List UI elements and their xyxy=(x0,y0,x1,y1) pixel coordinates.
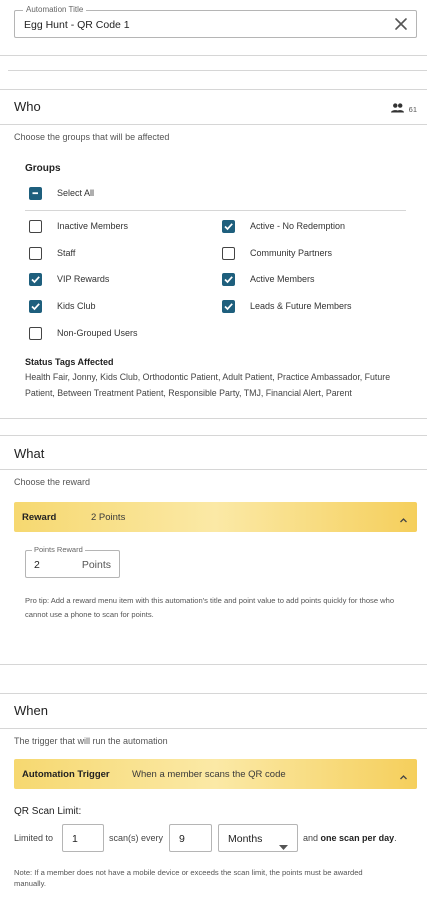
automation-title-value: Egg Hunt - QR Code 1 xyxy=(24,19,130,31)
people-icon xyxy=(390,100,404,118)
select-all-checkbox[interactable] xyxy=(29,187,42,200)
divider xyxy=(0,728,427,729)
group-checkbox[interactable] xyxy=(29,273,42,286)
member-count: 61 xyxy=(390,100,417,118)
automation-title-field[interactable]: Automation Title Egg Hunt - QR Code 1 xyxy=(14,5,417,38)
scan-limit-note: Note: If a member does not have a mobile… xyxy=(14,868,363,888)
divider xyxy=(25,210,406,211)
select-all-label: Select All xyxy=(57,188,95,198)
what-title: What xyxy=(14,446,45,461)
scan-limit-suffix: and one scan per day. xyxy=(303,833,397,843)
status-tags-label: Status Tags Affected xyxy=(25,357,114,367)
points-reward-legend: Points Reward xyxy=(32,545,85,554)
period-end-text: . xyxy=(394,833,397,843)
limited-to-text: Limited to xyxy=(14,833,54,843)
group-checkbox[interactable] xyxy=(29,247,42,260)
status-tags-list: Health Fair, Jonny, Kids Club, Orthodont… xyxy=(25,372,391,398)
group-label: Staff xyxy=(57,248,76,258)
groups-label: Groups xyxy=(25,163,61,174)
divider xyxy=(0,418,427,419)
when-subtitle: The trigger that will run the automation xyxy=(14,736,168,746)
group-checkbox[interactable] xyxy=(222,273,235,286)
divider xyxy=(0,124,427,125)
pro-tip-text: Pro tip: Add a reward menu item with thi… xyxy=(25,596,395,619)
qr-scan-limit-label: QR Scan Limit: xyxy=(14,806,82,817)
group-checkbox[interactable] xyxy=(29,300,42,313)
divider xyxy=(0,435,427,436)
what-subtitle: Choose the reward xyxy=(14,477,91,487)
period-unit-value: Months xyxy=(228,833,263,845)
group-label: Active - No Redemption xyxy=(250,221,346,231)
group-label: VIP Rewards xyxy=(57,274,110,284)
member-count-value: 61 xyxy=(408,104,417,114)
period-unit-select[interactable]: Months xyxy=(218,824,298,852)
automation-title-legend: Automation Title xyxy=(23,5,87,14)
caret-down-icon xyxy=(279,837,288,855)
group-label: Leads & Future Members xyxy=(250,301,352,311)
chevron-up-icon[interactable] xyxy=(399,769,408,787)
who-title: Who xyxy=(14,99,41,114)
scans-every-text: scan(s) every xyxy=(109,833,164,843)
when-title: When xyxy=(14,703,48,718)
automation-trigger-accordion[interactable]: Automation Trigger When a member scans t… xyxy=(14,759,417,789)
trigger-label: Automation Trigger xyxy=(22,769,110,780)
group-checkbox[interactable] xyxy=(222,300,235,313)
divider xyxy=(0,664,427,665)
divider xyxy=(8,70,427,71)
reward-label: Reward xyxy=(22,512,57,523)
divider xyxy=(0,55,427,56)
group-checkbox[interactable] xyxy=(222,247,235,260)
reward-accordion[interactable]: Reward 2 Points xyxy=(14,502,417,532)
group-checkbox[interactable] xyxy=(29,327,42,340)
group-label: Kids Club xyxy=(57,301,96,311)
group-label: Active Members xyxy=(250,274,315,284)
group-checkbox[interactable] xyxy=(29,220,42,233)
close-icon[interactable] xyxy=(392,15,410,33)
and-text: and xyxy=(303,833,319,843)
trigger-value: When a member scans the QR code xyxy=(132,769,286,780)
scan-count-value: 1 xyxy=(72,833,78,845)
chevron-up-icon[interactable] xyxy=(399,512,408,530)
who-subtitle: Choose the groups that will be affected xyxy=(14,132,170,142)
reward-value: 2 Points xyxy=(91,512,126,523)
group-label: Community Partners xyxy=(250,248,333,258)
period-count-input[interactable]: 9 xyxy=(169,824,212,852)
group-label: Inactive Members xyxy=(57,221,129,231)
divider xyxy=(0,89,427,90)
points-reward-unit: Points xyxy=(81,559,111,571)
divider xyxy=(0,693,427,694)
period-count-value: 9 xyxy=(179,833,185,845)
points-reward-field[interactable]: Points Reward 2 Points xyxy=(25,545,120,578)
group-checkbox[interactable] xyxy=(222,220,235,233)
group-label: Non-Grouped Users xyxy=(57,328,138,338)
points-reward-value: 2 xyxy=(34,559,40,571)
scan-count-input[interactable]: 1 xyxy=(62,824,104,852)
divider xyxy=(0,469,427,470)
one-scan-per-day-text: one scan per day xyxy=(320,833,395,843)
